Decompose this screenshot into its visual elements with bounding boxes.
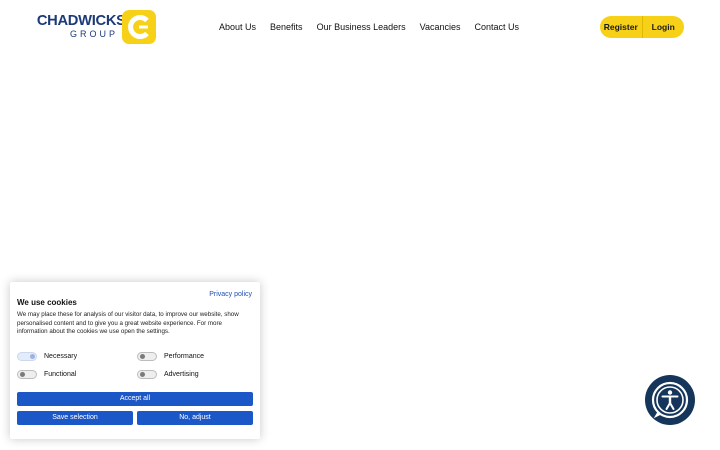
accessibility-button[interactable] <box>645 375 695 425</box>
nav-about-us[interactable]: About Us <box>219 20 256 34</box>
logo-sub: GROUP <box>70 29 119 39</box>
advertising-label: Advertising <box>164 371 199 378</box>
performance-toggle[interactable] <box>137 352 157 361</box>
toggle-row-necessary: Necessary <box>17 352 77 361</box>
chadwicks-logo[interactable]: CHADWICKS GROUP <box>36 10 160 46</box>
toggle-knob <box>140 354 145 359</box>
cookie-title: We use cookies <box>17 298 77 307</box>
auth-pill: Register Login <box>600 16 684 38</box>
nav-benefits[interactable]: Benefits <box>270 20 303 34</box>
toggle-knob <box>20 372 25 377</box>
save-selection-button[interactable]: Save selection <box>17 411 133 425</box>
no-adjust-button[interactable]: No, adjust <box>137 411 253 425</box>
necessary-toggle[interactable] <box>17 352 37 361</box>
register-button[interactable]: Register <box>600 16 642 38</box>
advertising-toggle[interactable] <box>137 370 157 379</box>
login-button[interactable]: Login <box>643 16 685 38</box>
logo-name: CHADWICKS <box>36 12 126 29</box>
main-nav: About Us Benefits Our Business Leaders V… <box>219 20 533 34</box>
nav-vacancies[interactable]: Vacancies <box>420 20 461 34</box>
necessary-label: Necessary <box>44 353 78 360</box>
page: CHADWICKS GROUP About Us Benefits Our Bu… <box>0 0 720 450</box>
functional-toggle[interactable] <box>17 370 37 379</box>
privacy-policy-link[interactable]: Privacy policy <box>209 291 252 298</box>
cookie-description: We may place these for analysis of our v… <box>17 311 239 335</box>
logo-c-icon <box>122 10 156 44</box>
toggle-knob <box>140 372 145 377</box>
cookie-consent-panel: Privacy policy We use cookies We may pla… <box>10 282 260 439</box>
nav-business-leaders[interactable]: Our Business Leaders <box>317 20 406 34</box>
logo-wordmark: CHADWICKS GROUP <box>36 12 126 40</box>
nav-contact-us[interactable]: Contact Us <box>474 20 519 34</box>
functional-label: Functional <box>44 371 77 378</box>
toggle-knob <box>30 354 35 359</box>
accept-all-button[interactable]: Accept all <box>17 392 253 406</box>
accessibility-icon <box>651 381 689 419</box>
toggle-row-functional: Functional <box>17 370 76 379</box>
performance-label: Performance <box>164 353 205 360</box>
toggle-row-advertising: Advertising <box>137 370 199 379</box>
toggle-row-performance: Performance <box>137 352 204 361</box>
site-header: CHADWICKS GROUP About Us Benefits Our Bu… <box>0 0 720 56</box>
